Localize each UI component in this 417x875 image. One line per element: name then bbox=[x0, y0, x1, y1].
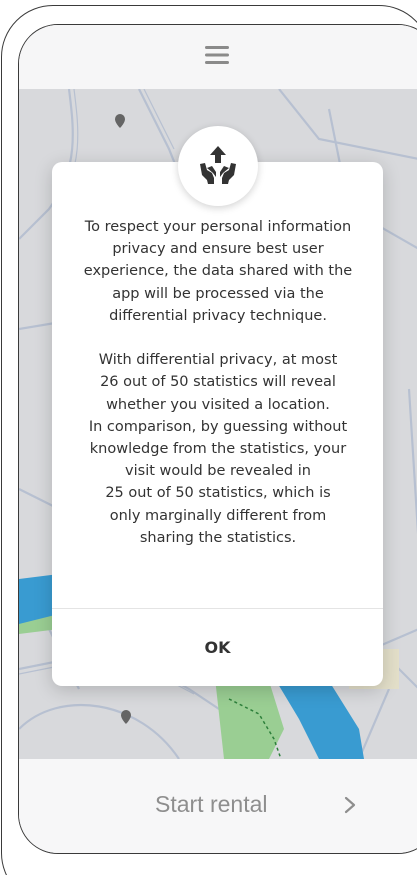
bottom-bar: Start rental bbox=[19, 759, 417, 853]
dialog-icon-badge bbox=[178, 126, 258, 206]
ok-button[interactable]: OK bbox=[52, 609, 383, 686]
privacy-paragraph-2: With differential privacy, at most 26 ou… bbox=[88, 352, 348, 546]
start-rental-button[interactable]: Start rental bbox=[155, 791, 268, 818]
hamburger-menu-icon[interactable] bbox=[205, 45, 229, 65]
privacy-paragraph-1: To respect your personal information pri… bbox=[83, 219, 353, 324]
app-page: Start rental To respect your personal in… bbox=[0, 0, 417, 875]
top-bar bbox=[19, 25, 417, 89]
chevron-right-icon[interactable] bbox=[343, 795, 357, 815]
privacy-dialog: To respect your personal information pri… bbox=[52, 162, 383, 686]
hands-share-arrow-icon bbox=[200, 146, 236, 184]
privacy-message: To respect your personal information pri… bbox=[68, 216, 368, 549]
